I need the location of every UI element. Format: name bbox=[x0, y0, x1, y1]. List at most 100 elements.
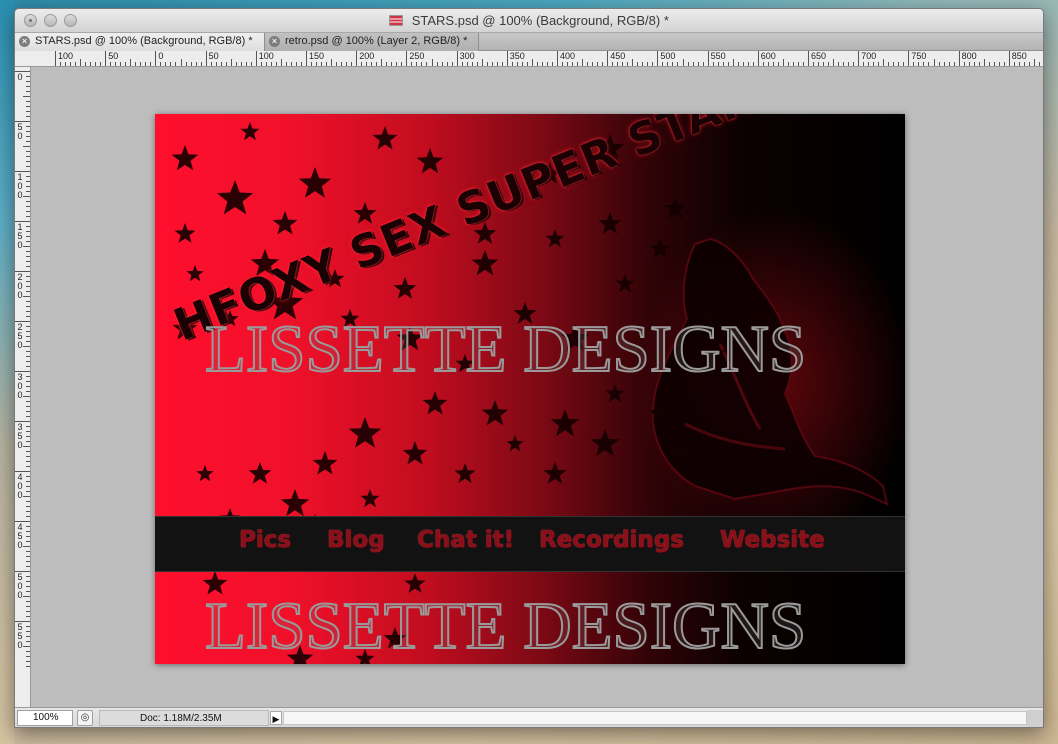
ruler-minor-tick bbox=[998, 62, 1000, 66]
ruler-major-tick bbox=[356, 51, 358, 66]
ruler-minor-tick bbox=[26, 341, 30, 342]
star-shape bbox=[416, 148, 444, 174]
ruler-minor-tick bbox=[23, 496, 30, 497]
ruler-minor-tick bbox=[466, 62, 468, 66]
ruler-minor-tick bbox=[26, 236, 30, 237]
ruler-major-tick bbox=[255, 51, 257, 66]
ruler-minor-tick bbox=[371, 62, 373, 66]
document-proxy-icon[interactable] bbox=[389, 15, 404, 26]
zoom-level-field[interactable]: 100% bbox=[17, 710, 73, 726]
ruler-label: 50 bbox=[17, 122, 23, 141]
ruler-minor-tick bbox=[26, 261, 30, 262]
ruler-minor-tick bbox=[26, 416, 30, 417]
close-tab-icon[interactable]: × bbox=[269, 36, 280, 47]
star-shape bbox=[372, 126, 398, 150]
ruler-minor-tick bbox=[712, 62, 714, 66]
ruler-minor-tick bbox=[26, 491, 30, 492]
ruler-minor-tick bbox=[26, 436, 30, 437]
ruler-minor-tick bbox=[26, 106, 30, 107]
status-menu-arrow-icon[interactable]: ▶ bbox=[270, 711, 282, 725]
ruler-minor-tick bbox=[90, 62, 92, 66]
horizontal-scrollbar[interactable] bbox=[283, 711, 1027, 725]
document-canvas[interactable]: HFOXY SEX SUPER STAR LISSETTE DESIGNS Pi… bbox=[155, 114, 905, 664]
star-shape bbox=[240, 122, 260, 141]
ruler-minor-tick bbox=[396, 62, 398, 66]
ruler-minor-tick bbox=[26, 151, 30, 152]
ruler-minor-tick bbox=[662, 62, 664, 66]
nav-recordings-link[interactable]: Recordings bbox=[539, 527, 684, 553]
tab-stars-psd[interactable]: × STARS.psd @ 100% (Background, RGB/8) * bbox=[15, 33, 265, 51]
ruler-minor-tick bbox=[938, 62, 940, 66]
ruler-minor-tick bbox=[240, 62, 242, 66]
ruler-minor-tick bbox=[26, 201, 30, 202]
ruler-minor-tick bbox=[26, 506, 30, 507]
canvas-area[interactable]: HFOXY SEX SUPER STAR LISSETTE DESIGNS Pi… bbox=[31, 67, 1043, 707]
ruler-label: 650 bbox=[811, 51, 827, 61]
ruler-minor-tick bbox=[1018, 62, 1020, 66]
ruler-minor-tick bbox=[26, 331, 30, 332]
window-titlebar[interactable]: STARS.psd @ 100% (Background, RGB/8) * bbox=[15, 9, 1043, 33]
vertical-ruler[interactable]: 0 50 100 150 200 250 300 350 400 450 500 550 bbox=[15, 67, 31, 707]
ruler-minor-tick bbox=[26, 601, 30, 602]
ruler-minor-tick bbox=[792, 62, 794, 66]
ruler-minor-tick bbox=[235, 62, 237, 66]
ruler-minor-tick bbox=[26, 626, 30, 627]
ruler-minor-tick bbox=[762, 62, 764, 66]
proof-setup-icon[interactable]: ◎ bbox=[77, 710, 93, 726]
ruler-minor-tick bbox=[26, 536, 30, 537]
ruler-minor-tick bbox=[200, 62, 202, 66]
ruler-minor-tick bbox=[973, 62, 975, 66]
ruler-minor-tick bbox=[1033, 59, 1035, 66]
ruler-minor-tick bbox=[863, 62, 865, 66]
ruler-minor-tick bbox=[587, 62, 589, 66]
resize-grip[interactable] bbox=[1027, 710, 1043, 727]
nav-website-link[interactable]: Website bbox=[720, 527, 825, 553]
nav-blog-link[interactable]: Blog bbox=[327, 527, 385, 553]
ruler-minor-tick bbox=[26, 286, 30, 287]
ruler-minor-tick bbox=[848, 62, 850, 66]
nav-pics-link[interactable]: Pics bbox=[239, 527, 291, 553]
ruler-minor-tick bbox=[772, 62, 774, 66]
ruler-label: 100 bbox=[258, 51, 274, 61]
ruler-minor-tick bbox=[260, 62, 262, 66]
ruler-minor-tick bbox=[567, 62, 569, 66]
star-shape bbox=[312, 451, 338, 475]
ruler-minor-tick bbox=[782, 59, 784, 66]
ruler-minor-tick bbox=[26, 336, 30, 337]
desktop-background bbox=[0, 0, 14, 744]
ruler-minor-tick bbox=[26, 541, 30, 542]
ruler-minor-tick bbox=[26, 111, 30, 112]
ruler-minor-tick bbox=[280, 59, 282, 66]
ruler-minor-tick bbox=[546, 62, 548, 66]
ruler-minor-tick bbox=[838, 62, 840, 66]
ruler-minor-tick bbox=[26, 306, 30, 307]
ruler-minor-tick bbox=[250, 62, 252, 66]
ruler-minor-tick bbox=[70, 62, 72, 66]
tab-retro-psd[interactable]: × retro.psd @ 100% (Layer 2, RGB/8) * bbox=[265, 33, 479, 51]
ruler-label: 600 bbox=[760, 51, 776, 61]
ruler-minor-tick bbox=[948, 62, 950, 66]
ruler-minor-tick bbox=[898, 62, 900, 66]
ruler-minor-tick bbox=[321, 62, 323, 66]
ruler-minor-tick bbox=[135, 62, 137, 66]
star-shape bbox=[481, 400, 509, 426]
ruler-minor-tick bbox=[627, 62, 629, 66]
ruler-major-tick bbox=[205, 51, 207, 66]
ruler-label: 50 bbox=[108, 51, 119, 61]
ruler-minor-tick bbox=[26, 376, 30, 377]
ruler-minor-tick bbox=[818, 62, 820, 66]
ruler-minor-tick bbox=[26, 86, 30, 87]
ruler-label: 100 bbox=[58, 51, 74, 61]
ruler-minor-tick bbox=[697, 62, 699, 66]
nav-chat-link[interactable]: Chat it! bbox=[417, 527, 514, 553]
ruler-minor-tick bbox=[65, 62, 67, 66]
ruler-minor-tick bbox=[285, 62, 287, 66]
ruler-minor-tick bbox=[95, 62, 97, 66]
ruler-minor-tick bbox=[351, 62, 353, 66]
ruler-minor-tick bbox=[326, 62, 328, 66]
ruler-minor-tick bbox=[26, 616, 30, 617]
horizontal-ruler[interactable]: 100 50 0 50 100 150 200 250 300 350 400 450 500 550 60… bbox=[15, 51, 1043, 67]
ruler-label: 400 bbox=[560, 51, 576, 61]
close-tab-icon[interactable]: × bbox=[19, 36, 30, 47]
star-shape bbox=[186, 265, 204, 282]
